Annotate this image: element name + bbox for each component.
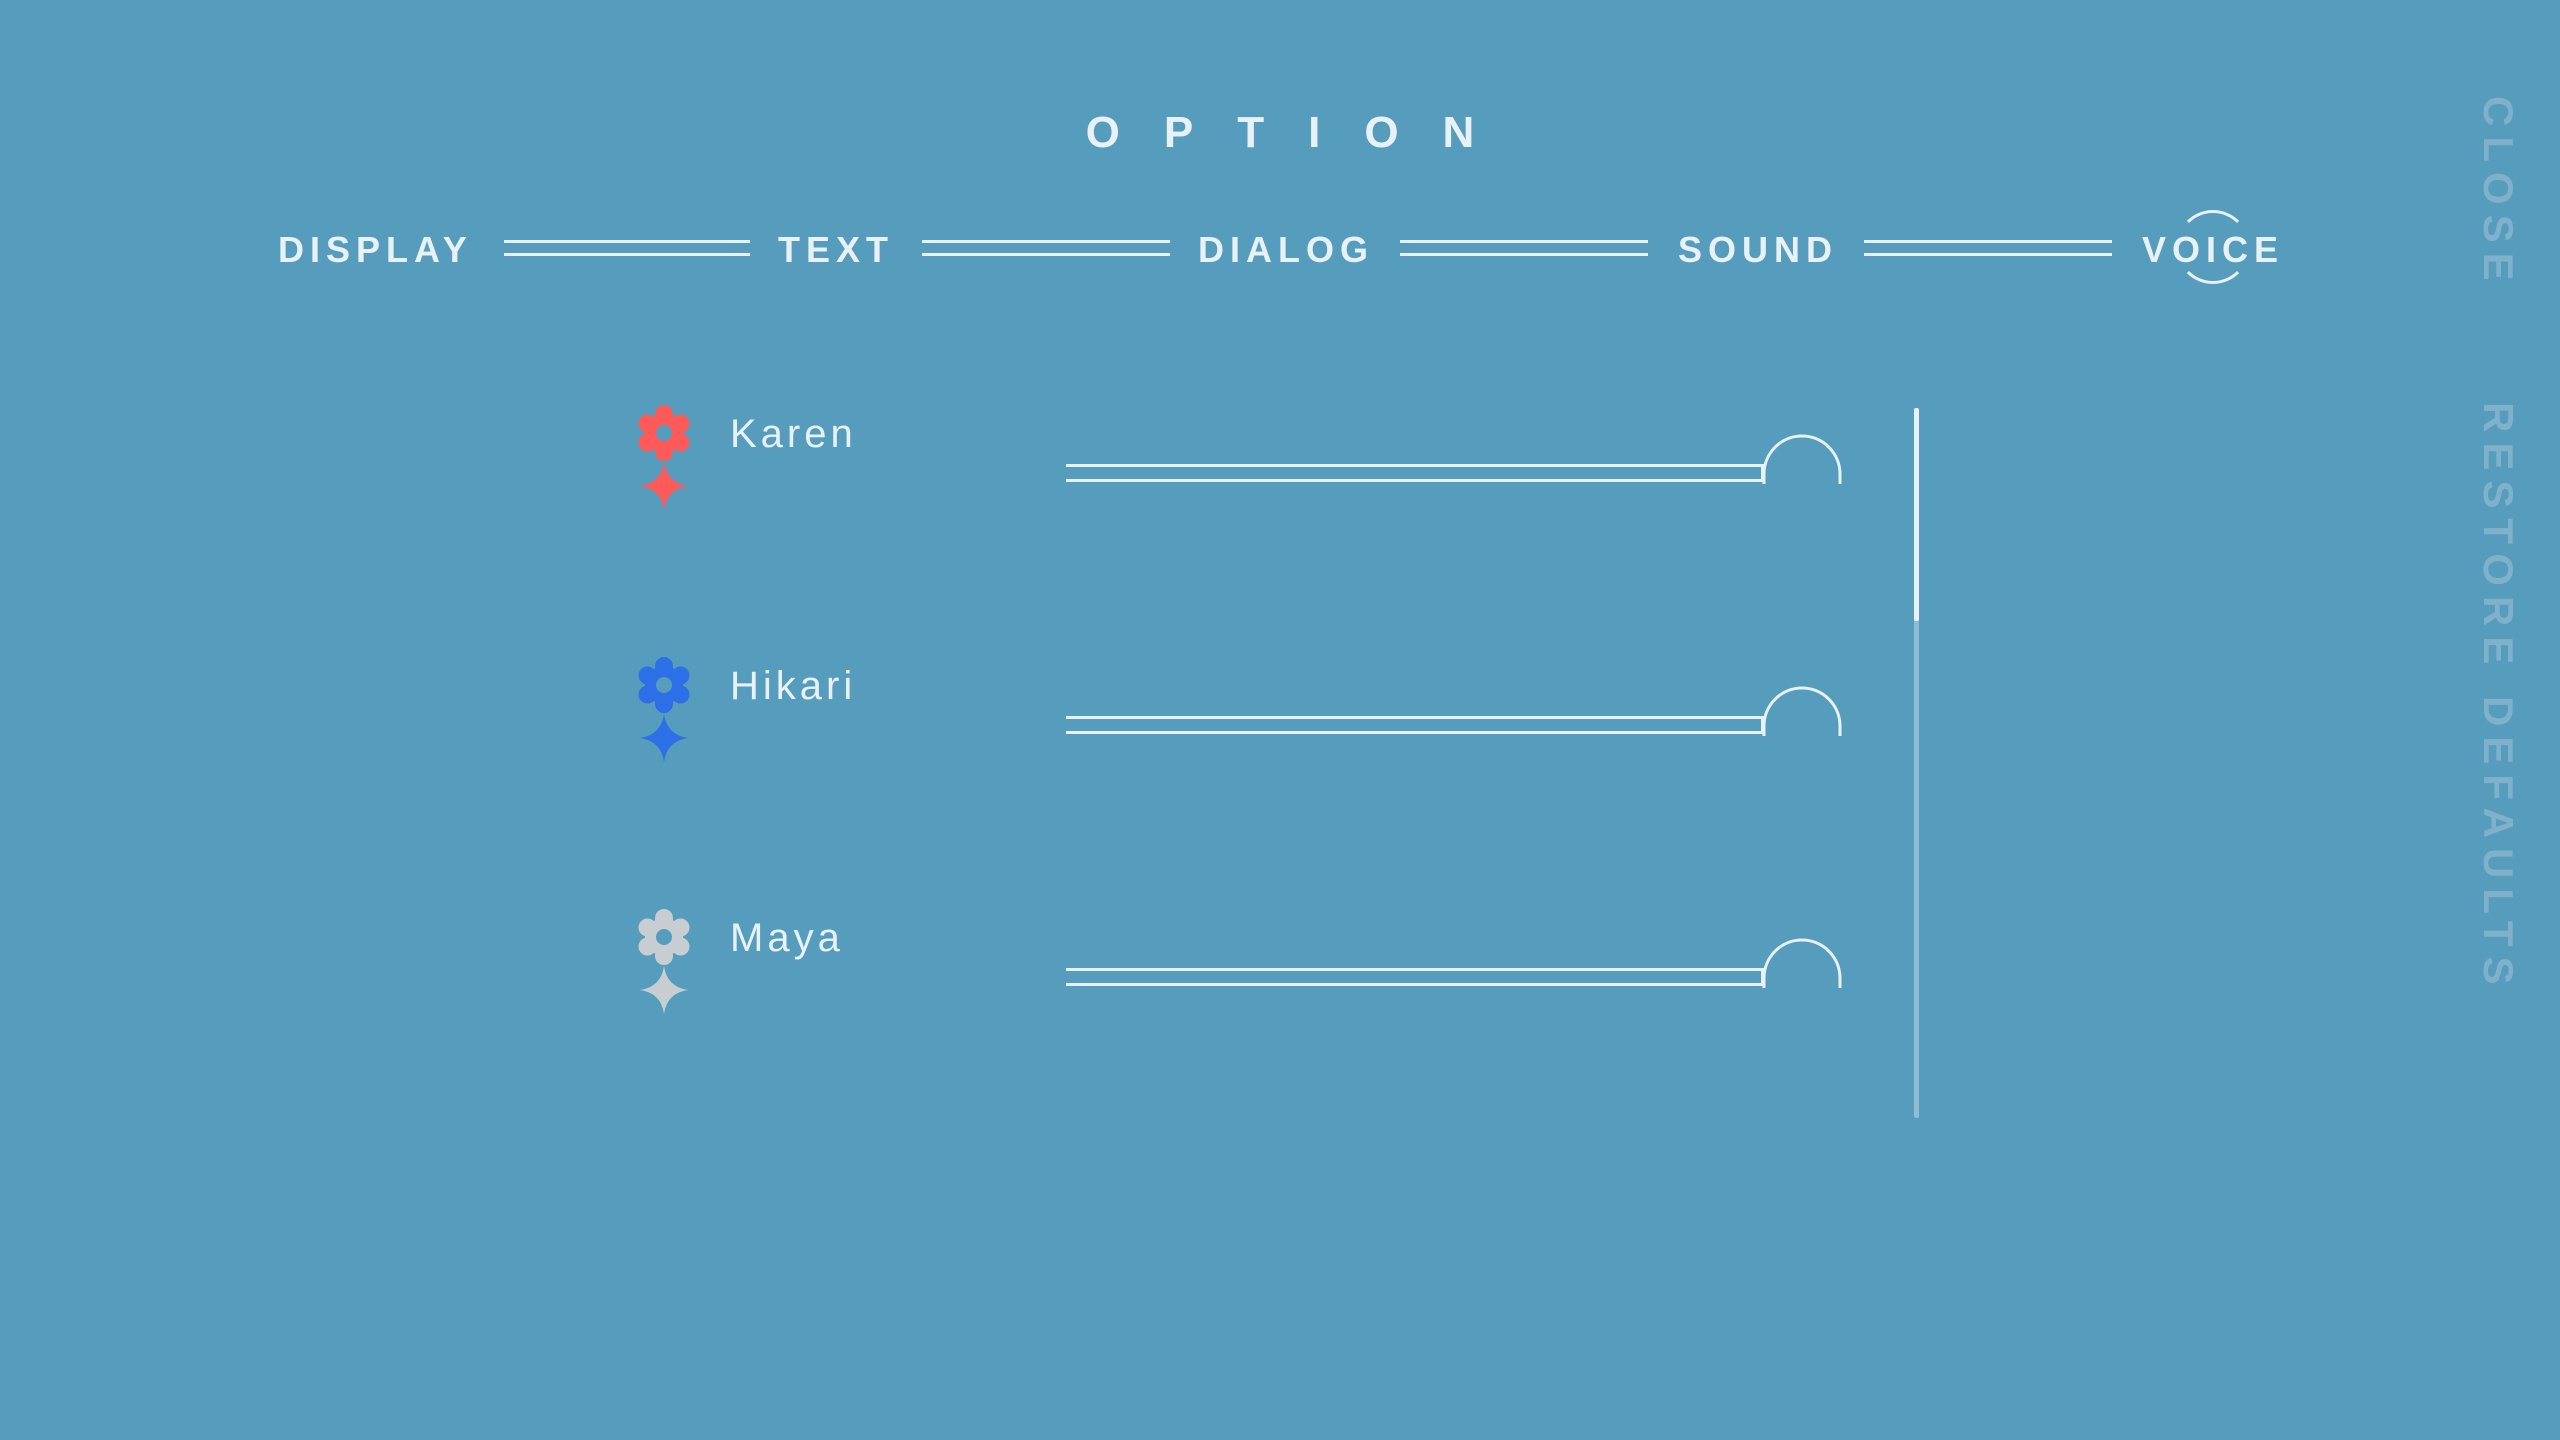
scrollbar-track[interactable] — [1914, 408, 1919, 1118]
tab-separator — [922, 240, 1170, 260]
scrollbar-thumb[interactable] — [1914, 408, 1919, 621]
tab-separator — [1864, 240, 2112, 260]
character-emblem-icon — [638, 909, 690, 1014]
character-emblem-icon — [638, 657, 690, 762]
tab-text[interactable]: TEXT — [778, 228, 894, 272]
voice-name-label: Hikari — [730, 664, 857, 708]
restore-defaults-button[interactable]: RESTORE DEFAULTS — [2474, 402, 2522, 995]
volume-slider-knob[interactable] — [1762, 434, 1842, 486]
volume-slider-knob[interactable] — [1762, 938, 1842, 990]
close-button[interactable]: CLOSE — [2474, 96, 2522, 291]
volume-slider-knob[interactable] — [1762, 686, 1842, 738]
tab-display[interactable]: DISPLAY — [278, 228, 473, 272]
volume-slider-track[interactable] — [1066, 716, 1764, 736]
volume-slider-track[interactable] — [1066, 968, 1764, 988]
character-emblem-icon — [638, 405, 690, 510]
tab-separator — [504, 240, 750, 260]
tab-separator — [1400, 240, 1648, 260]
voice-options-screen: OPTION DISPLAY TEXT DIALOG SOUND VOICE C… — [0, 0, 2560, 1440]
volume-slider-track[interactable] — [1066, 464, 1764, 484]
voice-name-label: Karen — [730, 412, 857, 456]
voice-name-label: Maya — [730, 916, 844, 960]
active-tab-indicator — [2176, 210, 2250, 284]
tab-sound[interactable]: SOUND — [1678, 228, 1838, 272]
page-title: OPTION — [1085, 108, 1519, 157]
tab-dialog[interactable]: DIALOG — [1198, 228, 1374, 272]
